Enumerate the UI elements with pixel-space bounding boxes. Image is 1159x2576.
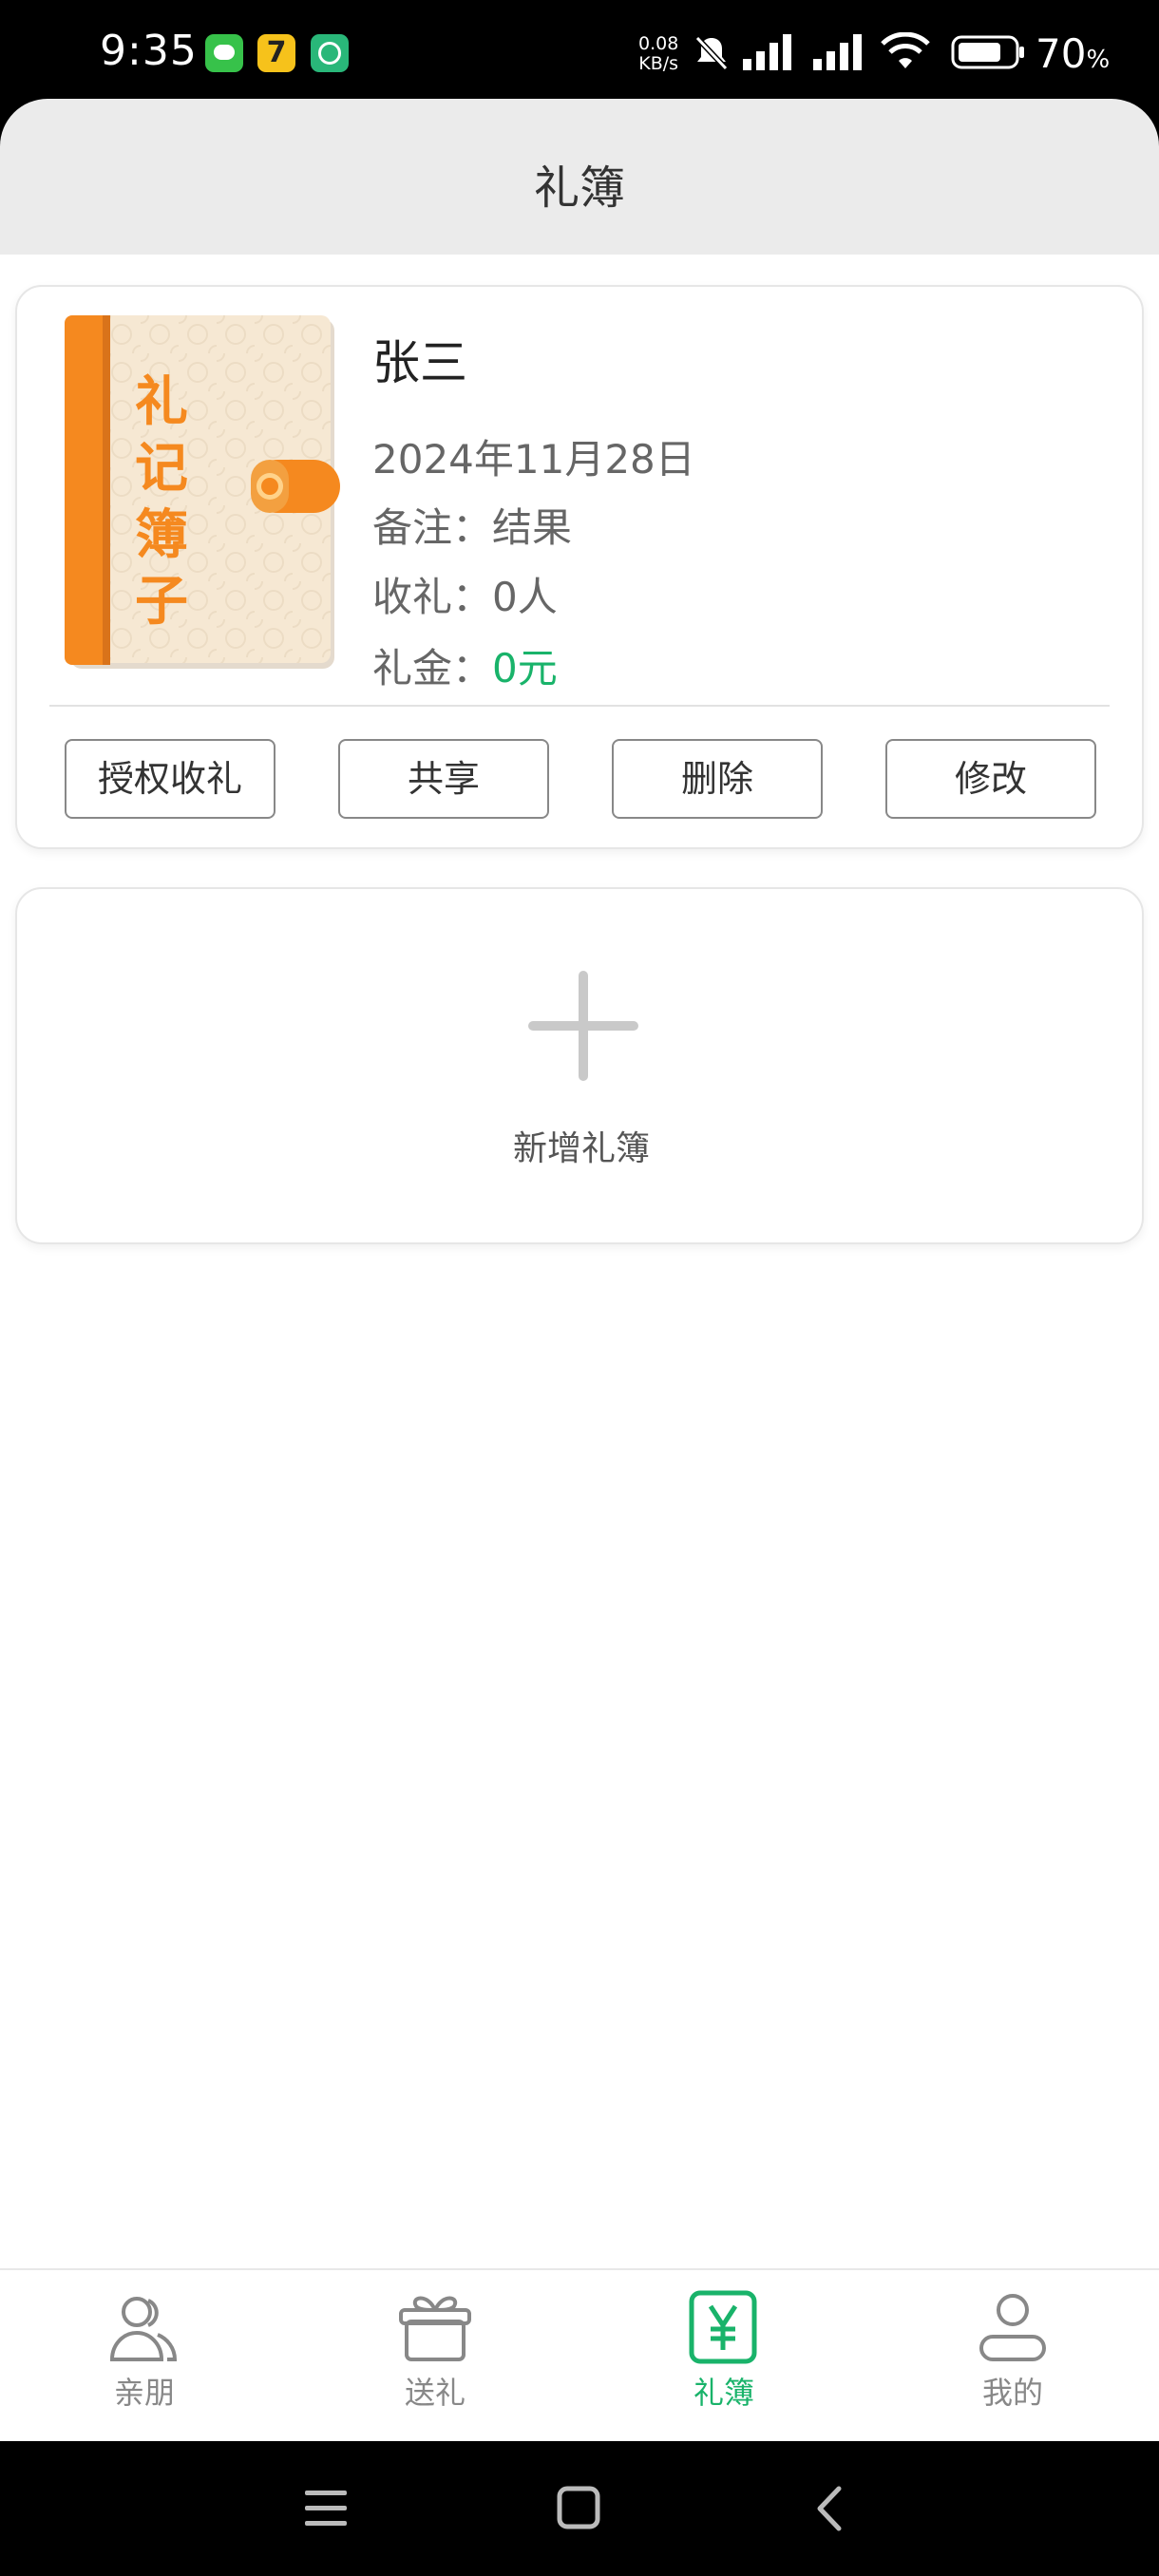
add-gift-book-card[interactable]: 新增礼簿: [15, 887, 1144, 1244]
plus-icon: [528, 971, 638, 1081]
card-divider: [49, 705, 1110, 707]
menu-icon[interactable]: [295, 2477, 358, 2540]
bottom-tab-bar: 亲朋 送礼 礼簿 我的: [0, 2268, 1159, 2441]
battery-icon: [951, 35, 1024, 69]
system-nav-bar: [0, 2441, 1159, 2576]
profile-icon: [979, 2294, 1046, 2361]
battery-percent: 70%: [1036, 30, 1111, 77]
tab-send-gift[interactable]: 送礼: [340, 2289, 530, 2432]
tab-send-gift-label: 送礼: [404, 2375, 466, 2411]
back-icon[interactable]: [801, 2477, 864, 2540]
sync-app-icon: [311, 34, 349, 72]
page-header: 礼簿: [0, 99, 1159, 255]
messages-app-icon: [205, 34, 243, 72]
share-button[interactable]: 共享: [338, 739, 549, 819]
book-received-count: 收礼：0人: [372, 574, 558, 620]
tab-gift-book[interactable]: 礼簿: [629, 2289, 819, 2432]
add-gift-book-label: 新增礼簿: [512, 1129, 650, 1168]
tab-friends[interactable]: 亲朋: [49, 2289, 239, 2432]
gift-book-cover-image: [65, 315, 340, 669]
seven-app-icon: 7: [257, 34, 295, 72]
delete-button[interactable]: 删除: [612, 739, 823, 819]
tab-gift-book-label: 礼簿: [693, 2375, 754, 2411]
signal-2-icon: [813, 34, 862, 70]
tab-friends-label: 亲朋: [113, 2375, 175, 2411]
cover-title: 礼 记 簿 子: [135, 370, 188, 633]
page-title: 礼簿: [533, 161, 625, 215]
mute-icon: [694, 35, 729, 71]
status-time: 9:35: [100, 27, 198, 75]
wifi-icon: [881, 32, 930, 68]
network-speed: 0.08 KB/s: [638, 33, 679, 74]
book-date: 2024年11月28日: [372, 436, 695, 483]
authorize-receive-button[interactable]: 授权收礼: [65, 739, 276, 819]
tab-profile[interactable]: 我的: [918, 2289, 1108, 2432]
signal-icon: [743, 34, 791, 70]
gift-book-card[interactable]: 礼 记 簿 子 张三 2024年11月28日 备注：结果 收礼：0人 礼金：0元…: [15, 285, 1144, 849]
edit-button[interactable]: 修改: [885, 739, 1096, 819]
home-icon[interactable]: [548, 2477, 611, 2540]
gift-icon: [399, 2296, 471, 2361]
book-note: 备注：结果: [372, 504, 573, 551]
book-gift-money: 礼金：0元: [372, 645, 558, 691]
gift-money-value: 0元: [492, 645, 558, 691]
tab-profile-label: 我的: [981, 2375, 1043, 2411]
main-content: 礼 记 簿 子 张三 2024年11月28日 备注：结果 收礼：0人 礼金：0元…: [0, 255, 1159, 2268]
status-bar: 9:35 7 0.08 KB/s 70%: [0, 0, 1159, 104]
yen-book-icon: [689, 2290, 757, 2364]
book-owner-name: 张三: [372, 335, 467, 390]
friends-icon: [109, 2297, 178, 2361]
